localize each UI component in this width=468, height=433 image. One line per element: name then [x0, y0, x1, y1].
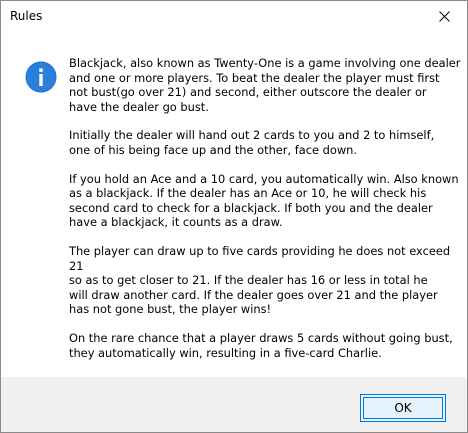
dialog-content: Blackjack, also known as Twenty-One is a…: [1, 32, 467, 377]
dialog-footer: OK: [1, 377, 467, 432]
rules-paragraph: Initially the dealer will hand out 2 car…: [69, 128, 435, 157]
info-icon: [25, 61, 57, 93]
ok-button-label: OK: [394, 401, 412, 415]
ok-button[interactable]: OK: [360, 394, 446, 422]
message-text: Blackjack, also known as Twenty-One is a…: [69, 56, 461, 374]
title-bar[interactable]: Rules: [1, 1, 467, 32]
close-button[interactable]: [421, 1, 467, 32]
close-icon: [438, 11, 450, 22]
rules-paragraph: If you hold an Ace and a 10 card, you au…: [69, 171, 459, 230]
rules-paragraph: Blackjack, also known as Twenty-One is a…: [69, 56, 461, 114]
rules-dialog: Rules Blackjack, also known as Twenty-On…: [0, 0, 468, 433]
rules-paragraph: The player can draw up to five cards pro…: [69, 243, 451, 317]
dialog-title: Rules: [10, 9, 43, 23]
rules-paragraph: On the rare chance that a player draws 5…: [69, 330, 453, 360]
